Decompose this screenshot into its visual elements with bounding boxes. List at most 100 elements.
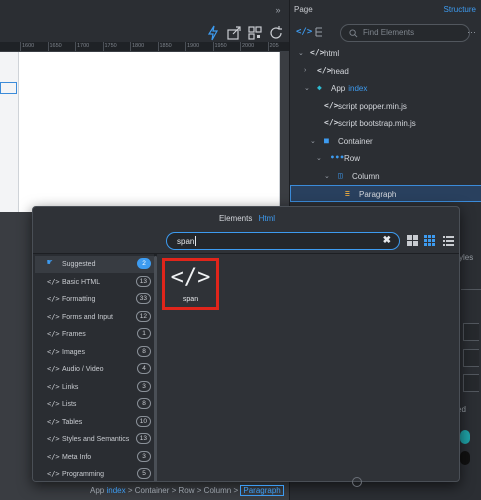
- styles-tab[interactable]: yles: [459, 253, 473, 262]
- category-frames[interactable]: </> Frames 1: [35, 326, 154, 343]
- tree-node-text: Column: [352, 171, 380, 181]
- dialog-subtitle[interactable]: Html: [259, 214, 275, 223]
- category-tables[interactable]: </> Tables 10: [35, 414, 154, 431]
- category-list: ☛ Suggested 2 </> Basic HTML 13 </> Formatting 3…: [33, 254, 157, 481]
- code-icon: </>: [47, 312, 60, 321]
- chevron-down-icon[interactable]: ⌄: [304, 84, 310, 92]
- category-basic-html[interactable]: </> Basic HTML 13: [35, 274, 154, 291]
- breadcrumb-selected[interactable]: Paragraph: [240, 485, 284, 496]
- code-icon: </>: [47, 452, 60, 461]
- category-count-badge: 10: [135, 415, 151, 427]
- tree-node-row[interactable]: ⌄ ••• Row: [290, 150, 481, 167]
- breadcrumb-item[interactable]: Row: [179, 486, 195, 495]
- ruler-label: 1950: [214, 43, 227, 49]
- style-field[interactable]: [463, 349, 479, 367]
- breadcrumb-app[interactable]: App: [90, 486, 104, 495]
- chevron-down-icon[interactable]: ⌄: [310, 137, 316, 145]
- top-toolbar: »: [0, 0, 289, 42]
- lightning-icon[interactable]: [205, 25, 221, 41]
- list-view-icon[interactable]: [443, 235, 454, 246]
- panel-header: Page Structure: [290, 0, 481, 20]
- ruler-label: 1700: [77, 43, 90, 49]
- chevron-down-icon[interactable]: ⌄: [324, 172, 330, 180]
- category-lists[interactable]: </> Lists 8: [35, 396, 154, 413]
- large-grid-view-icon[interactable]: [407, 235, 418, 246]
- category-label: Audio / Video: [62, 366, 104, 373]
- tree-icon[interactable]: [314, 27, 324, 37]
- code-icon: </>: [47, 400, 60, 408]
- tree-node-column[interactable]: ⌄ ◫ Column: [290, 168, 481, 185]
- double-chevron-right-icon[interactable]: »: [272, 4, 284, 16]
- tree-node-label: head: [331, 67, 349, 76]
- tree-node-label: Paragraph: [359, 190, 396, 199]
- page-tab[interactable]: Page: [294, 5, 313, 14]
- code-icon[interactable]: </>: [296, 27, 312, 37]
- export-icon[interactable]: [226, 25, 242, 41]
- chevron-down-icon[interactable]: ⌄: [298, 49, 304, 57]
- code-icon: </>: [47, 435, 60, 443]
- style-field[interactable]: [463, 323, 479, 341]
- category-count-badge: 3: [137, 450, 151, 462]
- qr-icon[interactable]: [247, 25, 263, 41]
- structure-tab[interactable]: Structure: [444, 5, 476, 14]
- style-select[interactable]: [463, 374, 479, 392]
- ruler-label: 205: [269, 43, 279, 49]
- code-icon: </>: [47, 295, 60, 303]
- category-forms-and-input[interactable]: </> Forms and Input 12: [35, 309, 154, 326]
- tree-node-script-bootstrap-min-js[interactable]: </> script bootstrap.min.js: [290, 115, 481, 132]
- tree-node-container[interactable]: ⌄ ■ Container: [290, 133, 481, 150]
- breadcrumb-index[interactable]: index: [106, 486, 125, 495]
- category-audio-video[interactable]: </> Audio / Video 4: [35, 361, 154, 378]
- find-row: </> Find Elements ···: [290, 22, 481, 44]
- category-styles-and-semantics[interactable]: </> Styles and Semantics 13: [35, 431, 154, 448]
- category-programming[interactable]: </> Programming 5: [35, 466, 154, 481]
- clear-icon[interactable]: ✖: [383, 235, 391, 246]
- tree-node-head[interactable]: › </> head: [290, 63, 481, 80]
- breadcrumb-item[interactable]: Container: [135, 486, 170, 495]
- category-label: Tables: [62, 418, 83, 426]
- ruler-tick: [102, 42, 104, 51]
- category-images[interactable]: </> Images 8: [35, 344, 154, 361]
- node-type-icon: •••: [330, 153, 345, 162]
- dialog-title: Elements Html: [33, 214, 459, 223]
- chevron-down-icon[interactable]: ⌄: [316, 154, 322, 162]
- tree-node-label: script bootstrap.min.js: [338, 119, 416, 128]
- small-grid-view-icon[interactable]: [424, 235, 435, 246]
- category-count-badge: 33: [135, 293, 151, 304]
- tree-node-script-popper-min-js[interactable]: </> script popper.min.js: [290, 98, 481, 115]
- tree-node-paragraph[interactable]: ≡ Paragraph: [290, 185, 481, 202]
- category-links[interactable]: </> Links 3: [35, 379, 154, 396]
- node-type-icon: ■: [324, 135, 329, 145]
- category-meta-info[interactable]: </> Meta Info 3: [35, 449, 154, 466]
- color-swatch[interactable]: [460, 430, 470, 444]
- node-type-icon: ≡: [345, 189, 350, 198]
- ruler-label: 2000: [242, 43, 255, 49]
- tree-node-label: Container: [338, 137, 373, 146]
- chevron-right-icon[interactable]: ›: [304, 67, 306, 74]
- ruler-label: 1600: [22, 43, 35, 49]
- tree-node-html[interactable]: ⌄ </> html: [290, 45, 481, 62]
- category-label: Meta Info: [62, 453, 92, 461]
- category-suggested[interactable]: ☛ Suggested 2: [35, 256, 154, 273]
- tree-node-app[interactable]: ⌄ ◆ App index: [290, 80, 481, 97]
- node-type-icon: </>: [324, 118, 339, 127]
- find-elements-input[interactable]: Find Elements: [340, 24, 470, 42]
- breadcrumb-item[interactable]: Column: [204, 486, 232, 495]
- category-scrollbar[interactable]: [154, 254, 157, 481]
- color-swatch[interactable]: [460, 451, 470, 465]
- page-margin: [0, 52, 18, 212]
- ruler-tick: [157, 42, 159, 51]
- ruler-tick: [20, 42, 21, 51]
- element-search-input[interactable]: span ✖: [166, 232, 400, 250]
- status-circle-icon: [352, 477, 362, 487]
- more-icon[interactable]: ···: [467, 27, 476, 37]
- ruler-tick: [75, 42, 76, 51]
- code-icon: </>: [170, 265, 211, 290]
- tree-node-text: Container: [338, 136, 373, 146]
- refresh-icon[interactable]: [268, 25, 284, 41]
- category-count-badge: 8: [137, 345, 151, 357]
- element-card-span[interactable]: </> span: [162, 258, 219, 310]
- page-preview[interactable]: [18, 52, 280, 212]
- breadcrumb-separator: >: [169, 486, 179, 495]
- category-formatting[interactable]: </> Formatting 33: [35, 291, 154, 308]
